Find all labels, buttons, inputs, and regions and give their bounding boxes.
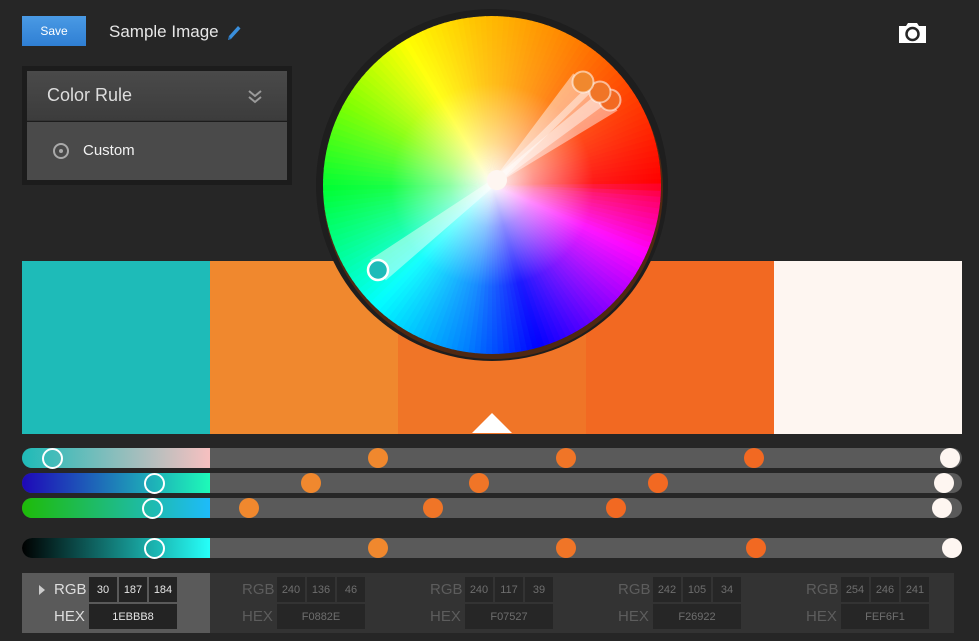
rgb-label: RGB: [242, 581, 275, 598]
wheel-handle-2[interactable]: [571, 70, 595, 94]
rgb-b-field[interactable]: 34: [713, 577, 741, 602]
rgb-r-field[interactable]: 240: [277, 577, 305, 602]
color-rule-option-label: Custom: [83, 142, 135, 159]
slider-blue-gradient: [22, 498, 210, 518]
camera-icon[interactable]: [898, 22, 927, 44]
save-button[interactable]: Save: [22, 16, 86, 46]
theme-title: Sample Image: [109, 22, 219, 41]
double-chevron-down-icon[interactable]: [247, 89, 263, 105]
slider-blue-knob-4[interactable]: [606, 498, 627, 518]
rgb-g-field[interactable]: 187: [119, 577, 147, 602]
hex-label: HEX: [242, 608, 273, 625]
rgb-r-field[interactable]: 242: [653, 577, 681, 602]
color-rule-label: Color Rule: [47, 85, 133, 105]
slider-blue-knob-1[interactable]: [142, 497, 164, 519]
rgb-r-field[interactable]: 254: [841, 577, 869, 602]
slider-brightness[interactable]: [22, 537, 962, 559]
hex-field[interactable]: 1EBBB8: [89, 604, 177, 629]
rgb-label: RGB: [806, 581, 839, 598]
rgb-b-field[interactable]: 184: [149, 577, 177, 602]
radio-selected-icon[interactable]: [53, 143, 69, 159]
hex-label: HEX: [618, 608, 649, 625]
rgb-r-field[interactable]: 30: [89, 577, 117, 602]
slider-green-knob-3[interactable]: [468, 473, 489, 493]
color-wheel-app: Save Sample Image Color Rule Custom RGB …: [0, 0, 979, 641]
slider-red[interactable]: [22, 447, 962, 469]
slider-red-knob-3[interactable]: [556, 448, 577, 468]
color-values-2[interactable]: RGB HEX 240 136 46 F0882E: [210, 573, 398, 633]
slider-green[interactable]: [22, 472, 962, 494]
color-values-5[interactable]: RGB HEX 254 246 241 FEF6F1: [774, 573, 954, 633]
hex-field[interactable]: FEF6F1: [841, 604, 929, 629]
hex-label: HEX: [430, 608, 461, 625]
hex-field[interactable]: F26922: [653, 604, 741, 629]
rgb-label: RGB: [430, 581, 463, 598]
color-values-3[interactable]: RGB HEX 240 117 39 F07527: [398, 573, 586, 633]
slider-green-knob-5[interactable]: [934, 473, 955, 493]
color-rule-panel: Color Rule Custom: [22, 66, 292, 185]
slider-green-gradient: [22, 473, 210, 493]
palette-swatch-1[interactable]: [22, 261, 210, 434]
slider-red-knob-2[interactable]: [368, 448, 389, 468]
rgb-label: RGB: [618, 581, 651, 598]
slider-red-knob-4[interactable]: [744, 448, 765, 468]
color-rule-option-custom[interactable]: Custom: [27, 122, 287, 180]
slider-green-knob-2[interactable]: [300, 473, 321, 493]
slider-brightness-gradient: [22, 538, 210, 558]
rgb-r-field[interactable]: 240: [465, 577, 493, 602]
pencil-icon[interactable]: [226, 24, 242, 42]
rgb-g-field[interactable]: 246: [871, 577, 899, 602]
color-values-1: RGB HEX 30 187 184 1EBBB8: [22, 573, 210, 633]
slider-brightness-knob-2[interactable]: [368, 538, 389, 558]
slider-brightness-knob-5[interactable]: [941, 538, 962, 558]
slider-brightness-knob-1[interactable]: [144, 537, 166, 559]
palette-swatch-5[interactable]: [774, 261, 962, 434]
expand-triangle-icon[interactable]: [39, 585, 45, 595]
rgb-b-field[interactable]: 241: [901, 577, 929, 602]
slider-brightness-knob-4[interactable]: [746, 538, 767, 558]
slider-blue[interactable]: [22, 497, 962, 519]
hex-label: HEX: [806, 608, 837, 625]
slider-blue-knob-3[interactable]: [422, 498, 443, 518]
rgb-g-field[interactable]: 105: [683, 577, 711, 602]
color-rule-header[interactable]: Color Rule: [27, 71, 287, 121]
rgb-g-field[interactable]: 136: [307, 577, 335, 602]
wheel-handle-5[interactable]: [487, 170, 507, 190]
slider-blue-knob-2[interactable]: [239, 498, 260, 518]
wheel-handle-1[interactable]: [366, 258, 390, 282]
rgb-b-field[interactable]: 46: [337, 577, 365, 602]
hex-label: HEX: [54, 608, 85, 625]
slider-green-knob-1[interactable]: [144, 472, 166, 494]
slider-green-knob-4[interactable]: [648, 473, 669, 493]
hex-field[interactable]: F0882E: [277, 604, 365, 629]
slider-red-knob-1[interactable]: [41, 447, 63, 469]
color-values-4[interactable]: RGB HEX 242 105 34 F26922: [586, 573, 774, 633]
rgb-g-field[interactable]: 117: [495, 577, 523, 602]
slider-brightness-knob-3[interactable]: [556, 538, 577, 558]
rgb-label: RGB: [54, 581, 87, 598]
active-swatch-indicator: [472, 413, 512, 433]
hex-field[interactable]: F07527: [465, 604, 553, 629]
slider-blue-knob-5[interactable]: [932, 498, 953, 518]
slider-red-knob-5[interactable]: [939, 448, 960, 468]
rgb-b-field[interactable]: 39: [525, 577, 553, 602]
